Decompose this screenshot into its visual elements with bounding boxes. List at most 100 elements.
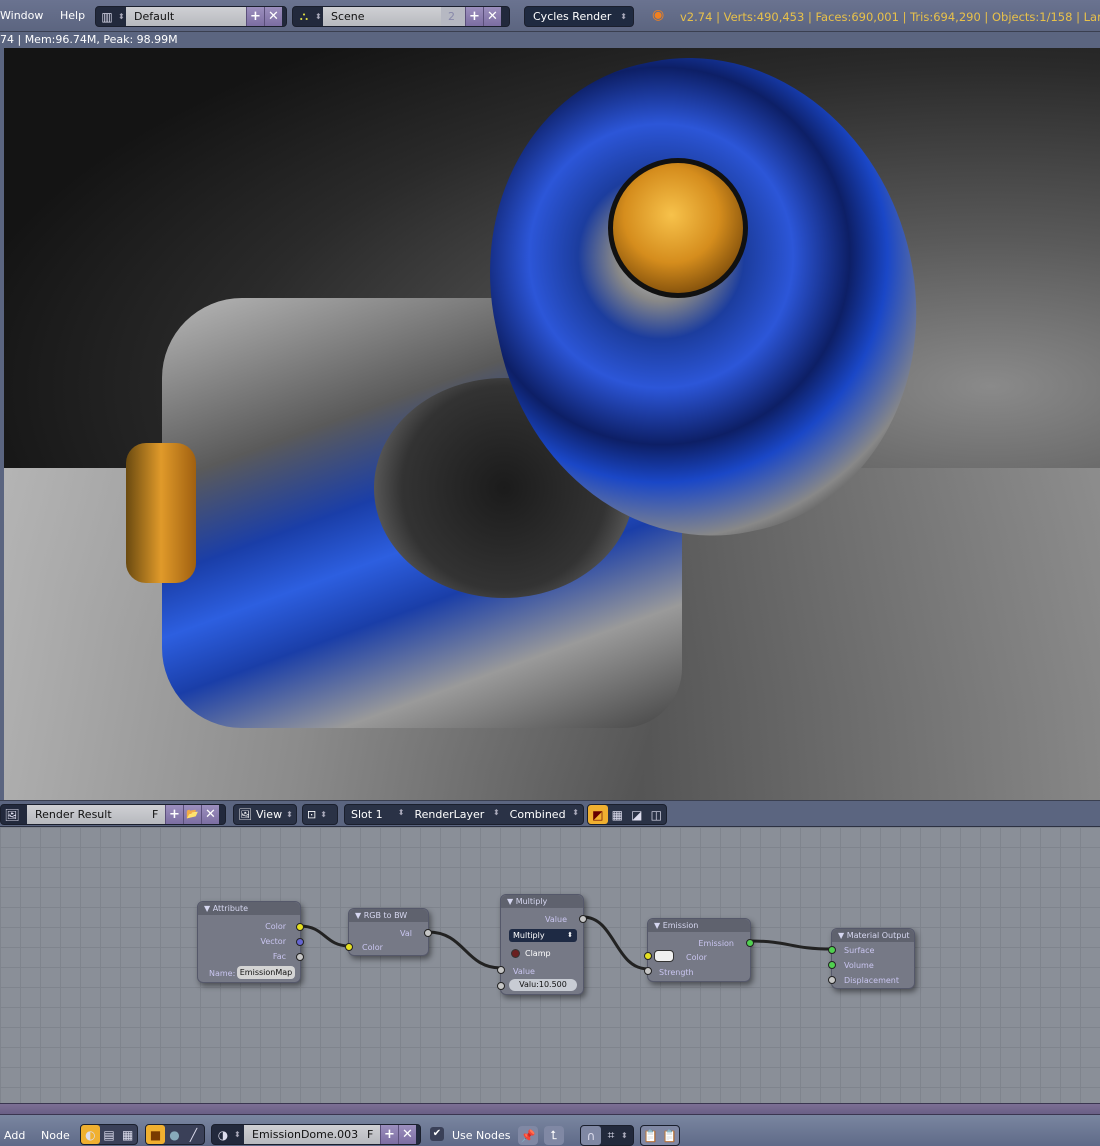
copy-nodes-icon[interactable]: 📋 xyxy=(641,1126,660,1145)
socket-label-volume: Volume xyxy=(844,961,874,970)
node-material-output-header[interactable]: ▼ Material Output xyxy=(832,929,914,942)
node-emission[interactable]: ▼ Emission Emission Color Strength xyxy=(644,918,754,982)
unlink-material-button[interactable]: ✕ xyxy=(398,1125,416,1144)
delete-scene-button[interactable]: ✕ xyxy=(483,7,501,26)
output-socket-emission[interactable] xyxy=(746,939,754,947)
input-socket-volume[interactable] xyxy=(828,961,836,969)
clipboard-group[interactable]: 📋 📋 xyxy=(640,1125,680,1146)
render-engine-label: Cycles Render xyxy=(533,10,612,23)
output-socket-color[interactable] xyxy=(296,923,304,931)
input-socket-value-1[interactable] xyxy=(497,966,505,974)
node-tree-type-group[interactable]: ◐ ▤ ▦ xyxy=(80,1124,138,1145)
scene-selector[interactable]: ⛬ ⬍ Scene 2 + ✕ xyxy=(292,6,510,27)
object-icon[interactable]: ■ xyxy=(146,1125,165,1144)
new-image-button[interactable]: + xyxy=(165,805,183,824)
output-socket-fac[interactable] xyxy=(296,953,304,961)
node-title: RGB to BW xyxy=(363,911,408,920)
fake-user-button[interactable]: F xyxy=(147,805,165,824)
shader-nodes-icon[interactable]: ◐ xyxy=(81,1125,100,1144)
node-title: Multiply xyxy=(515,897,548,906)
emission-color-swatch[interactable] xyxy=(654,950,674,962)
render-info-line: 74 | Mem:96.74M, Peak: 98.99M xyxy=(0,32,1100,48)
z-buffer-icon[interactable]: ◪ xyxy=(627,805,647,824)
menu-node[interactable]: Node xyxy=(41,1129,70,1142)
input-socket-surface[interactable] xyxy=(828,946,836,954)
updown-arrows-icon: ⬍ xyxy=(620,12,627,21)
math-operation-dropdown[interactable]: Multiply ⬍ xyxy=(509,929,577,942)
socket-label-displacement: Displacement xyxy=(844,976,899,985)
input-socket-color[interactable] xyxy=(644,952,652,960)
alpha-icon[interactable]: ▦ xyxy=(608,805,628,824)
line-style-icon[interactable]: ╱ xyxy=(184,1125,203,1144)
compositing-nodes-icon[interactable]: ▤ xyxy=(100,1125,119,1144)
node-attribute-header[interactable]: ▼ Attribute xyxy=(198,902,300,915)
add-screen-button[interactable]: + xyxy=(246,7,264,26)
composite-icon[interactable]: ◫ xyxy=(647,805,667,824)
node-rgb-to-bw[interactable]: ▼ RGB to BW Val Color xyxy=(345,908,432,956)
screen-layout-icon[interactable]: ▥ xyxy=(96,7,118,26)
node-rgb-to-bw-header[interactable]: ▼ RGB to BW xyxy=(349,909,428,922)
input-socket-strength[interactable] xyxy=(644,967,652,975)
add-scene-button[interactable]: + xyxy=(465,7,483,26)
fake-user-button[interactable]: F xyxy=(362,1125,380,1144)
material-name-field[interactable]: EmissionDome.003 xyxy=(244,1125,362,1144)
snap-grid-icon[interactable]: ⌗ xyxy=(601,1126,621,1145)
render-engine-dropdown[interactable]: Cycles Render ⬍ xyxy=(524,6,634,27)
use-nodes-checkbox[interactable]: ✔ xyxy=(430,1127,444,1141)
ring-back-citrine xyxy=(608,158,748,298)
image-name-field[interactable]: Render Result xyxy=(27,805,147,824)
attribute-name-field[interactable]: EmissionMap xyxy=(237,966,295,979)
clamp-checkbox[interactable] xyxy=(511,949,520,958)
scene-icon[interactable]: ⛬ xyxy=(293,7,315,26)
menu-add[interactable]: Add xyxy=(4,1129,25,1142)
pin-icon[interactable]: 📌 xyxy=(518,1126,538,1145)
open-image-icon[interactable]: 📂 xyxy=(183,805,201,824)
input-socket-displacement[interactable] xyxy=(828,976,836,984)
node-title: Attribute xyxy=(212,904,249,913)
render-layer-dropdown[interactable]: RenderLayer ⬍ xyxy=(408,808,503,821)
node-material-output[interactable]: ▼ Material Output Surface Volume Displac… xyxy=(828,928,915,989)
output-socket-val[interactable] xyxy=(424,929,432,937)
unlink-image-button[interactable]: ✕ xyxy=(201,805,219,824)
delete-screen-button[interactable]: ✕ xyxy=(264,7,282,26)
render-result-image[interactable] xyxy=(4,48,1100,800)
world-icon[interactable]: ● xyxy=(165,1125,184,1144)
image-browse-icon[interactable]: 🖼 xyxy=(1,805,23,824)
paste-nodes-icon[interactable]: 📋 xyxy=(660,1126,679,1145)
display-channels-group[interactable]: ◩ ▦ ◪ ◫ xyxy=(587,804,667,825)
output-socket-vector[interactable] xyxy=(296,938,304,946)
go-parent-icon[interactable]: ⮤ xyxy=(544,1126,564,1145)
menu-help[interactable]: Help xyxy=(60,9,85,22)
menu-window[interactable]: Window xyxy=(0,9,43,22)
scene-name-field[interactable]: Scene xyxy=(323,7,441,26)
node-multiply[interactable]: ▼ Multiply Value Multiply ⬍ Clamp Value V… xyxy=(497,894,587,995)
area-divider[interactable] xyxy=(0,1103,1100,1115)
material-browse-group[interactable]: ◑ ⬍ EmissionDome.003 F + ✕ xyxy=(211,1124,421,1145)
node-multiply-header[interactable]: ▼ Multiply xyxy=(501,895,583,908)
snap-magnet-icon[interactable]: ∩ xyxy=(581,1126,601,1145)
node-emission-header[interactable]: ▼ Emission xyxy=(648,919,750,932)
render-slot-group[interactable]: Slot 1 ⬍ RenderLayer ⬍ Combined ⬍ xyxy=(344,804,584,825)
screen-layout-selector[interactable]: ▥ ⬍ Default + ✕ xyxy=(95,6,287,27)
use-nodes-label: Use Nodes xyxy=(452,1129,511,1142)
image-browse-group[interactable]: 🖼 Render Result F + 📂 ✕ xyxy=(0,804,226,825)
node-attribute[interactable]: ▼ Attribute Color Vector Fac Name: Emiss… xyxy=(197,901,304,983)
color-alpha-icon[interactable]: ◩ xyxy=(588,805,608,824)
view-menu[interactable]: 🖼 View ⬍ xyxy=(233,804,297,825)
socket-label-fac: Fac xyxy=(272,952,286,961)
pivot-dropdown[interactable]: ⊡ ⬍ xyxy=(302,804,338,825)
screen-layout-field[interactable]: Default xyxy=(126,7,246,26)
new-material-button[interactable]: + xyxy=(380,1125,398,1144)
shader-type-group[interactable]: ■ ● ╱ xyxy=(145,1124,205,1145)
updown-arrows-icon: ⬍ xyxy=(118,12,125,21)
slot-dropdown[interactable]: Slot 1 ⬍ xyxy=(345,808,408,821)
snap-group[interactable]: ∩ ⌗ ⬍ xyxy=(580,1125,634,1146)
input-socket-value-2[interactable] xyxy=(497,982,505,990)
input-socket-color[interactable] xyxy=(345,943,353,951)
material-sphere-icon[interactable]: ◑ xyxy=(212,1125,234,1144)
texture-nodes-icon[interactable]: ▦ xyxy=(118,1125,137,1144)
value-number-field[interactable]: Valu:10.500 xyxy=(509,979,577,991)
output-socket-value[interactable] xyxy=(579,915,587,923)
updown-arrows-icon: ⬍ xyxy=(621,1131,628,1140)
render-pass-dropdown[interactable]: Combined ⬍ xyxy=(504,808,583,821)
